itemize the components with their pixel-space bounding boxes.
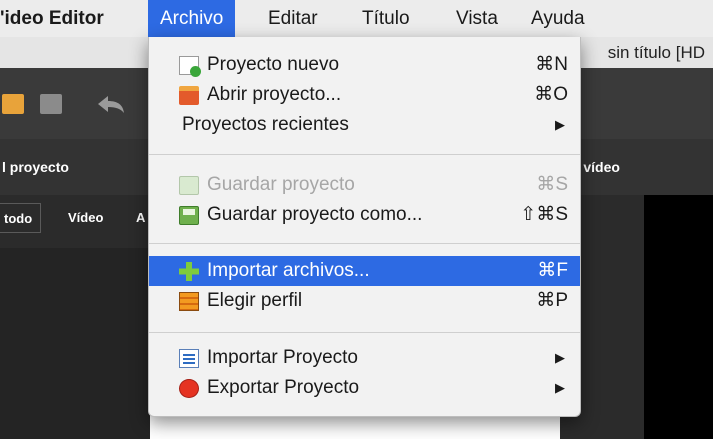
menu-separator: [149, 243, 580, 244]
menu-editar[interactable]: Editar: [268, 0, 318, 37]
profile-icon: [179, 292, 199, 311]
menu-item-label: Elegir perfil: [207, 290, 303, 311]
menu-item-export-project[interactable]: Exportar Proyecto ▶: [149, 373, 580, 403]
shortcut-label: ⌘S: [536, 174, 568, 195]
save-as-icon: [179, 206, 199, 225]
project-files-header: l proyecto: [2, 159, 69, 175]
open-folder-icon[interactable]: [2, 94, 24, 114]
undo-icon[interactable]: [96, 94, 126, 114]
menu-item-import-project[interactable]: Importar Proyecto ▶: [149, 343, 580, 373]
shortcut-label: ⌘P: [536, 290, 568, 311]
save-icon[interactable]: [40, 94, 62, 114]
import-files-icon: [179, 262, 199, 281]
video-preview-canvas: [644, 195, 713, 439]
menu-separator: [149, 154, 580, 155]
save-project-icon: [179, 176, 199, 195]
submenu-arrow-icon: ▶: [555, 117, 565, 132]
new-project-icon: [179, 56, 201, 77]
menu-item-choose-profile[interactable]: Elegir perfil ⌘P: [149, 286, 580, 316]
shortcut-label: ⌘F: [537, 260, 568, 281]
menu-vista[interactable]: Vista: [456, 0, 498, 37]
filter-all-button[interactable]: todo: [0, 203, 42, 233]
window-title: sin título [HD: [607, 43, 705, 62]
menu-archivo[interactable]: Archivo: [148, 0, 236, 37]
submenu-arrow-icon: ▶: [555, 350, 565, 365]
shortcut-label: ⌘N: [535, 54, 568, 75]
menu-item-import-files[interactable]: Importar archivos... ⌘F: [149, 256, 580, 286]
menu-item-label: Importar archivos...: [207, 260, 370, 281]
shortcut-label: ⌘O: [534, 84, 568, 105]
filter-audio-button[interactable]: A: [136, 203, 145, 233]
import-project-icon: [179, 349, 199, 368]
archivo-dropdown-menu: Proyecto nuevo ⌘N Abrir proyecto... ⌘O P…: [148, 37, 581, 417]
filter-video-button[interactable]: Vídeo: [68, 203, 103, 233]
menu-item-label: Proyecto nuevo: [207, 54, 340, 75]
files-list-area[interactable]: [0, 248, 150, 439]
menu-item-save-project: Guardar proyecto ⌘S: [149, 170, 580, 200]
app-name-menu[interactable]: 'ideo Editor: [0, 0, 104, 37]
menu-item-label: Guardar proyecto: [207, 174, 355, 195]
menu-separator: [149, 332, 580, 333]
submenu-arrow-icon: ▶: [555, 380, 565, 395]
menu-bar: 'ideo Editor Archivo Editar Título Vista…: [0, 0, 713, 38]
open-project-icon: [179, 86, 199, 105]
menu-item-label: Importar Proyecto: [207, 347, 358, 368]
menu-item-label: Proyectos recientes: [182, 114, 349, 135]
shortcut-label: ⇧⌘S: [520, 204, 568, 225]
menu-ayuda[interactable]: Ayuda: [531, 0, 585, 37]
menu-item-save-as[interactable]: Guardar proyecto como... ⇧⌘S: [149, 200, 580, 230]
menu-item-recent-projects[interactable]: Proyectos recientes ▶: [149, 110, 580, 140]
menu-item-label: Exportar Proyecto: [207, 377, 360, 398]
menu-item-open-project[interactable]: Abrir proyecto... ⌘O: [149, 80, 580, 110]
export-project-icon: [179, 379, 199, 398]
menu-item-label: Guardar proyecto como...: [207, 204, 423, 225]
menu-item-new-project[interactable]: Proyecto nuevo ⌘N: [149, 50, 580, 80]
menu-item-label: Abrir proyecto...: [207, 84, 342, 105]
menu-titulo[interactable]: Título: [362, 0, 410, 37]
